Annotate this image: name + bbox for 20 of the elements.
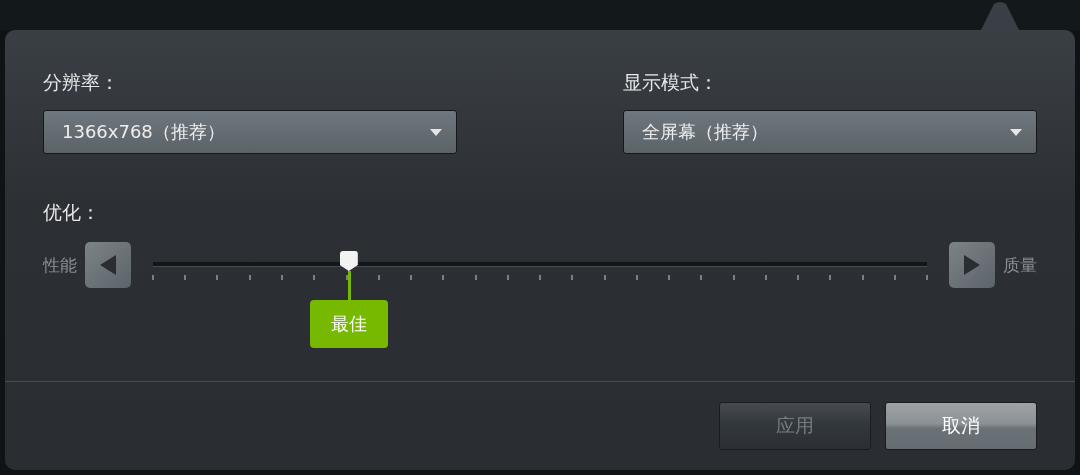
increase-button[interactable]	[949, 242, 995, 288]
pointer-notch	[980, 2, 1020, 32]
dropdown-value: 1366x768（推荐）	[62, 120, 225, 144]
quality-slider[interactable]: 最佳	[153, 242, 927, 352]
field-label: 优化：	[43, 200, 100, 225]
field-label: 显示模式：	[623, 70, 718, 95]
left-triangle-icon	[98, 253, 118, 277]
field-label: 分辨率：	[43, 70, 119, 95]
caret-icon	[1010, 128, 1022, 136]
resolution-dropdown[interactable]: 1366x768（推荐）	[43, 110, 457, 154]
caret-icon	[430, 128, 442, 136]
cancel-button[interactable]: 取消	[885, 402, 1037, 450]
dropdown-value: 全屏幕（推荐）	[642, 120, 768, 144]
slider-thumb[interactable]	[339, 251, 358, 271]
min-label: 性能	[43, 254, 77, 277]
display-mode-dropdown[interactable]: 全屏幕（推荐）	[623, 110, 1037, 154]
value-bubble: 最佳	[309, 300, 388, 348]
max-label: 质量	[1003, 254, 1037, 277]
right-triangle-icon	[962, 253, 982, 277]
decrease-button[interactable]	[85, 242, 131, 288]
